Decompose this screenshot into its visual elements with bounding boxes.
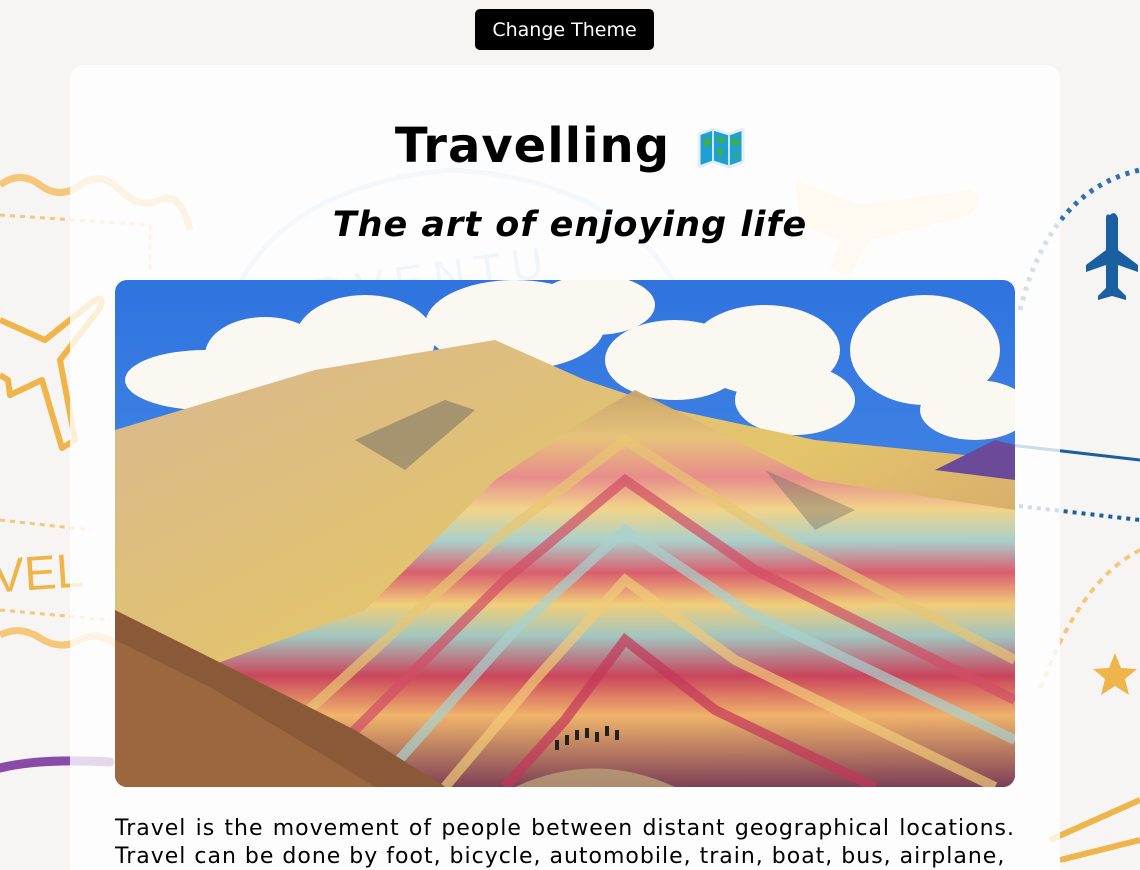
change-theme-button[interactable]: Change Theme — [475, 9, 654, 50]
world-map-icon — [697, 127, 745, 169]
page-subtitle: The art of enjoying life — [332, 205, 808, 245]
page-title: Travelling — [394, 118, 671, 174]
hero-image — [115, 280, 1015, 787]
intro-paragraph: Travel is the movement of people between… — [115, 816, 1015, 869]
star-icon — [1093, 653, 1137, 695]
title-row: Travelling — [0, 118, 1140, 174]
